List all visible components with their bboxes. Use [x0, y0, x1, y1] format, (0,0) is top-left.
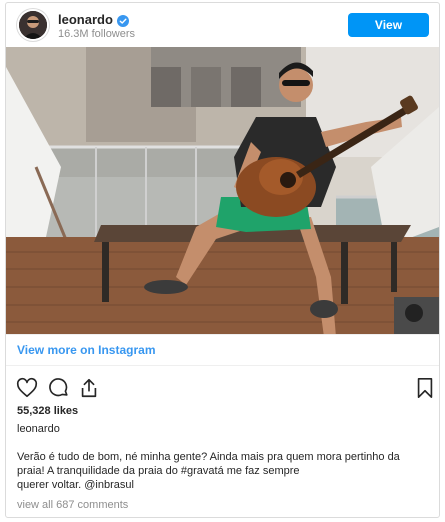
- like-count[interactable]: 55,328 likes: [17, 405, 78, 417]
- follower-count: 16.3M followers: [58, 28, 136, 40]
- divider: [6, 365, 439, 366]
- avatar[interactable]: [19, 11, 47, 39]
- verified-badge-icon: [116, 14, 129, 27]
- post-caption: Verão é tudo de bom, né minha gente? Ain…: [17, 451, 400, 491]
- action-bar: [16, 377, 433, 399]
- view-all-comments-link[interactable]: view all 687 comments: [17, 499, 128, 511]
- heart-icon[interactable]: [16, 377, 38, 399]
- divider: [6, 334, 439, 335]
- caption-username[interactable]: leonardo: [17, 423, 60, 435]
- header-username[interactable]: leonardo: [58, 12, 113, 27]
- bookmark-icon[interactable]: [414, 377, 436, 399]
- view-profile-button[interactable]: View profile: [348, 13, 429, 56]
- instagram-embed-card: leonardo 16.3M followers View profile: [5, 2, 440, 518]
- share-icon[interactable]: [78, 377, 100, 399]
- post-header: leonardo 16.3M followers View profile: [6, 3, 439, 56]
- view-more-link[interactable]: View more on Instagram: [17, 343, 156, 357]
- comment-icon[interactable]: [48, 377, 70, 399]
- username-row: leonardo: [58, 12, 129, 27]
- post-photo[interactable]: [6, 47, 439, 334]
